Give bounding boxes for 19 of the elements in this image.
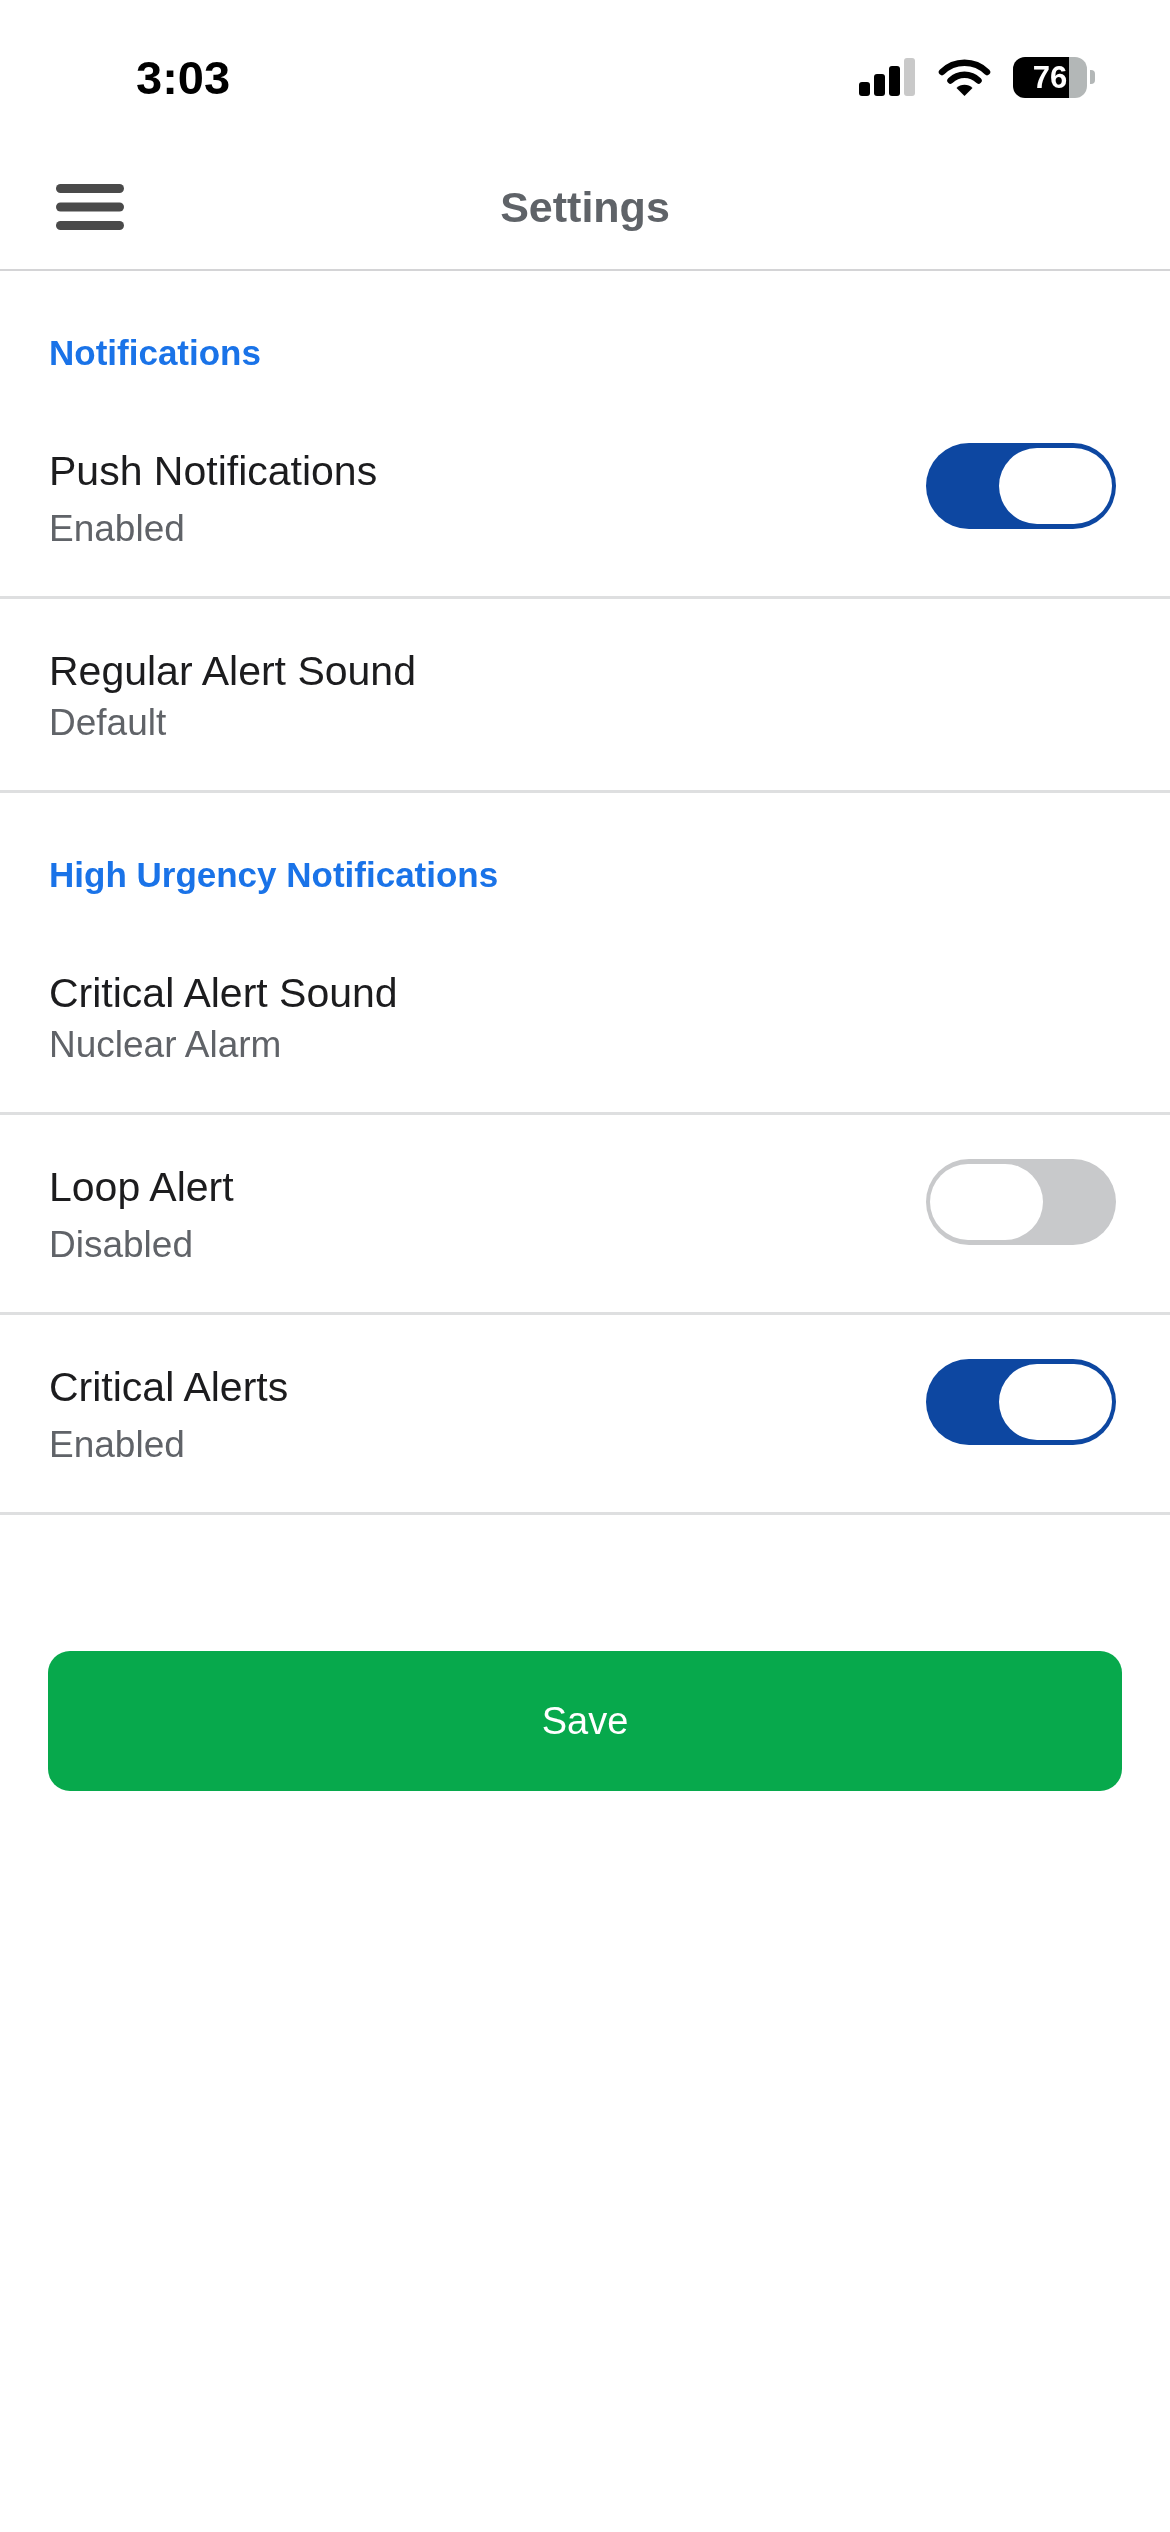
page-title: Settings [500,184,670,230]
setting-label: Critical Alerts [49,1363,289,1412]
setting-label: Regular Alert Sound [49,647,416,696]
setting-label: Push Notifications [49,447,378,496]
setting-label: Loop Alert [49,1163,234,1212]
setting-value: Enabled [49,1423,186,1467]
setting-value: Default [49,701,168,745]
setting-label: Critical Alert Sound [49,969,398,1018]
section-header: Notifications [48,332,262,374]
section-header: High Urgency Notifications [48,854,500,896]
setting-value: Disabled [49,1223,194,1267]
battery-indicator: 76 [1013,56,1095,98]
setting-value: Enabled [49,507,186,551]
status-time: 3:03 [136,53,231,101]
setting-value: Nuclear Alarm [49,1023,283,1067]
menu-icon[interactable] [56,184,124,230]
save-button[interactable]: Save [48,1651,1122,1791]
wifi-icon [938,58,991,96]
signal-icon [859,58,916,96]
